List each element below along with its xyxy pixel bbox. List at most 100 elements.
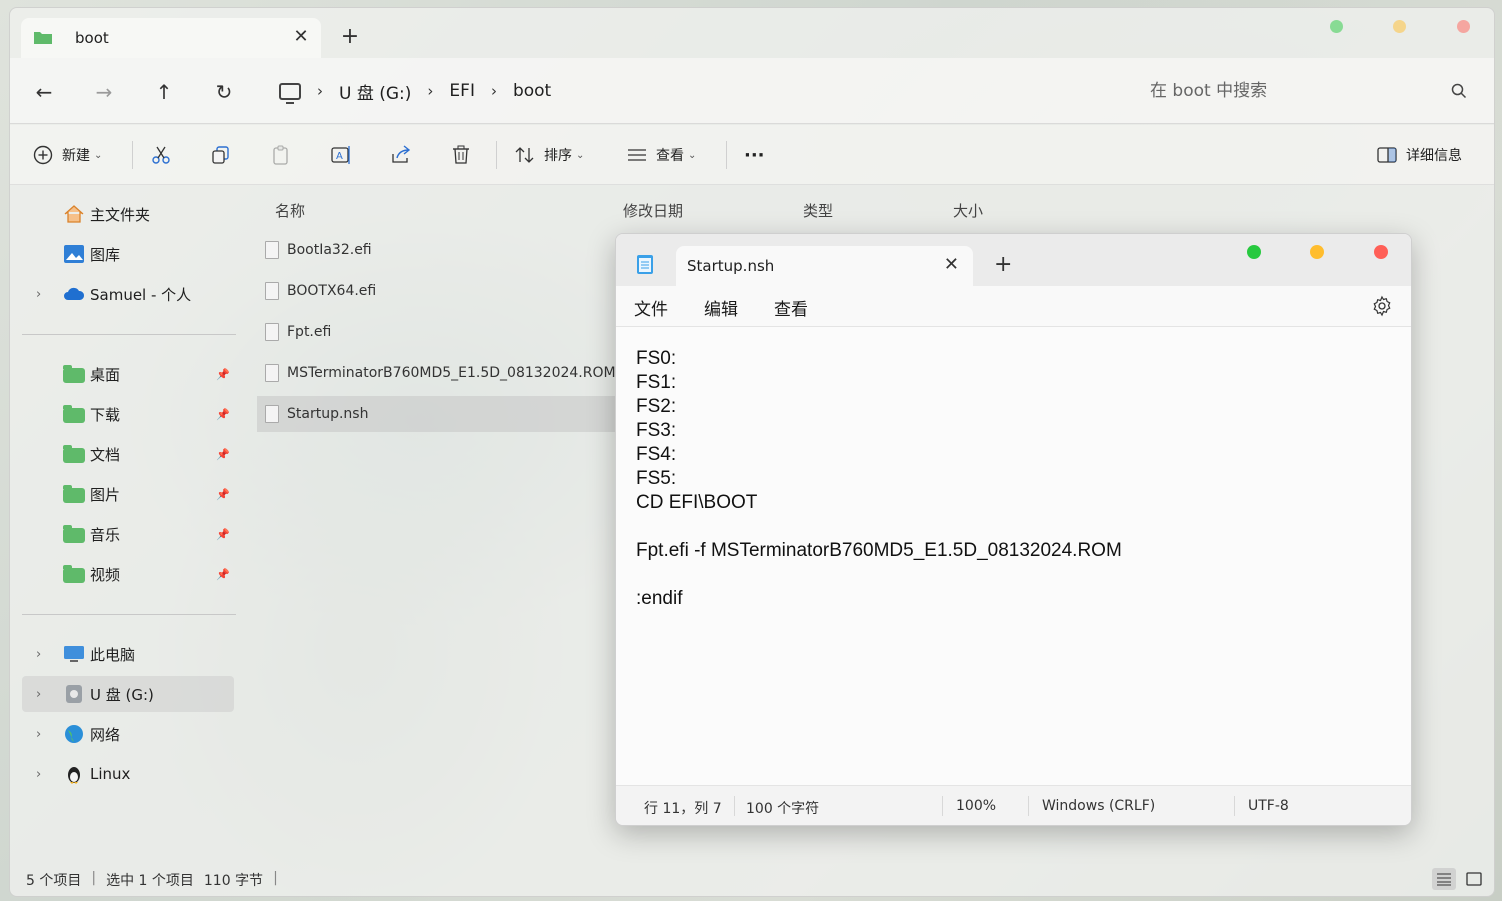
encoding[interactable]: UTF-8 bbox=[1248, 798, 1289, 814]
sort-button[interactable]: 排序 ⌄ bbox=[514, 139, 584, 171]
details-pane-icon bbox=[1377, 147, 1397, 163]
sidebar-item-desktop[interactable]: 桌面 📌 bbox=[22, 356, 234, 392]
file-row[interactable]: BootIa32.efi bbox=[257, 232, 617, 268]
more-options-button[interactable]: ··· bbox=[744, 139, 765, 171]
sort-icon bbox=[515, 147, 534, 163]
forward-button[interactable]: → bbox=[90, 78, 118, 106]
sidebar-item-this-pc[interactable]: › 此电脑 bbox=[22, 636, 234, 672]
chevron-right-icon[interactable]: › bbox=[36, 287, 41, 302]
sidebar-item-videos[interactable]: 视频 📌 bbox=[22, 556, 234, 592]
pin-icon[interactable]: 📌 bbox=[216, 568, 230, 581]
chevron-right-icon[interactable]: › bbox=[485, 82, 503, 100]
search-input[interactable] bbox=[1136, 73, 1478, 109]
details-view-button[interactable] bbox=[1432, 868, 1456, 890]
column-header-modified[interactable]: 修改日期 bbox=[623, 200, 683, 221]
sidebar-item-downloads[interactable]: 下载 📌 bbox=[22, 396, 234, 432]
sidebar-item-label: U 盘 (G:) bbox=[90, 685, 154, 704]
column-header-size[interactable]: 大小 bbox=[953, 200, 983, 221]
folder-icon bbox=[63, 445, 85, 463]
search-icon bbox=[1451, 83, 1467, 99]
svg-text:A: A bbox=[336, 151, 343, 162]
cut-button[interactable] bbox=[150, 139, 172, 171]
sidebar-item-network[interactable]: › 网络 bbox=[22, 716, 234, 752]
text-editor[interactable]: FS0: FS1: FS2: FS3: FS4: FS5: CD EFI\BOO… bbox=[616, 326, 1411, 786]
new-button[interactable]: 新建 ⌄ bbox=[32, 139, 102, 171]
window-close-dot[interactable] bbox=[1374, 245, 1388, 259]
file-row[interactable]: BOOTX64.efi bbox=[257, 273, 617, 309]
tiles-view-button[interactable] bbox=[1462, 868, 1486, 890]
chevron-right-icon[interactable]: › bbox=[311, 82, 329, 100]
close-tab-icon[interactable]: ✕ bbox=[944, 254, 959, 275]
sidebar-item-documents[interactable]: 文档 📌 bbox=[22, 436, 234, 472]
rename-button[interactable]: A bbox=[330, 139, 352, 171]
navigation-pane: 主文件夹 图库 › Samuel - 个人 桌面 📌 下载 📌 文档 📌 图片 … bbox=[10, 186, 250, 866]
breadcrumb-usb[interactable]: U 盘 (G:) bbox=[329, 79, 421, 104]
chevron-right-icon[interactable]: › bbox=[421, 82, 439, 100]
tab-title: Startup.nsh bbox=[687, 257, 775, 275]
sidebar-item-gallery[interactable]: 图库 bbox=[22, 236, 234, 272]
window-maximize-dot[interactable] bbox=[1330, 20, 1343, 33]
scissors-icon bbox=[152, 146, 170, 164]
file-icon bbox=[265, 405, 279, 423]
window-maximize-dot[interactable] bbox=[1247, 245, 1261, 259]
file-row[interactable]: Startup.nsh bbox=[257, 396, 617, 432]
sidebar-item-home[interactable]: 主文件夹 bbox=[22, 196, 234, 232]
sidebar-item-label: 主文件夹 bbox=[90, 205, 151, 224]
column-header-type[interactable]: 类型 bbox=[803, 200, 833, 221]
tab-startup-nsh[interactable]: Startup.nsh ✕ bbox=[676, 246, 973, 286]
file-row[interactable]: MSTerminatorB760MD5_E1.5D_08132024.ROM bbox=[257, 355, 617, 391]
tab-strip: boot ✕ + bbox=[10, 8, 1494, 58]
back-button[interactable]: ← bbox=[30, 78, 58, 106]
refresh-button[interactable]: ↻ bbox=[210, 78, 238, 106]
sidebar-item-music[interactable]: 音乐 📌 bbox=[22, 516, 234, 552]
chevron-right-icon[interactable]: › bbox=[36, 687, 41, 702]
details-pane-button[interactable]: 详细信息 bbox=[1376, 139, 1462, 171]
pin-icon[interactable]: 📌 bbox=[216, 528, 230, 541]
zoom-level[interactable]: 100% bbox=[956, 798, 996, 814]
chevron-right-icon[interactable]: › bbox=[36, 647, 41, 662]
tab-boot[interactable]: boot ✕ bbox=[21, 18, 321, 58]
sidebar-item-label: 音乐 bbox=[90, 525, 121, 544]
close-tab-icon[interactable]: ✕ bbox=[289, 25, 313, 49]
pin-icon[interactable]: 📌 bbox=[216, 408, 230, 421]
column-header-name[interactable]: 名称 bbox=[275, 200, 305, 221]
chevron-right-icon[interactable]: › bbox=[36, 767, 41, 782]
new-tab-button[interactable]: + bbox=[994, 252, 1012, 277]
breadcrumb-boot[interactable]: boot bbox=[503, 81, 561, 101]
status-divider bbox=[734, 796, 735, 816]
window-close-dot[interactable] bbox=[1457, 20, 1470, 33]
window-minimize-dot[interactable] bbox=[1310, 245, 1324, 259]
paste-button[interactable] bbox=[270, 139, 292, 171]
pin-icon[interactable]: 📌 bbox=[216, 488, 230, 501]
sidebar-item-linux[interactable]: › Linux bbox=[22, 756, 234, 792]
pin-icon[interactable]: 📌 bbox=[216, 448, 230, 461]
menu-file[interactable]: 文件 bbox=[634, 295, 668, 320]
copy-button[interactable] bbox=[210, 139, 232, 171]
view-button[interactable]: 查看 ⌄ bbox=[626, 139, 696, 171]
share-button[interactable] bbox=[390, 139, 412, 171]
sidebar-item-pictures[interactable]: 图片 📌 bbox=[22, 476, 234, 512]
sidebar-item-onedrive[interactable]: › Samuel - 个人 bbox=[22, 276, 234, 312]
menu-edit[interactable]: 编辑 bbox=[704, 295, 738, 320]
more-icon: ··· bbox=[744, 144, 765, 166]
usb-drive-icon bbox=[66, 685, 82, 703]
chevron-right-icon[interactable]: › bbox=[36, 727, 41, 742]
menu-view[interactable]: 查看 bbox=[774, 295, 808, 320]
gear-icon[interactable] bbox=[1371, 295, 1393, 317]
editor-content[interactable]: FS0: FS1: FS2: FS3: FS4: FS5: CD EFI\BOO… bbox=[636, 347, 1122, 611]
notepad-menubar: 文件 编辑 查看 bbox=[616, 286, 1411, 326]
computer-icon[interactable] bbox=[279, 82, 301, 104]
sidebar-item-label: 图片 bbox=[90, 485, 121, 504]
up-button[interactable]: ↑ bbox=[150, 78, 178, 106]
delete-button[interactable] bbox=[450, 139, 472, 171]
sidebar-item-usb[interactable]: › U 盘 (G:) bbox=[22, 676, 234, 712]
pin-icon[interactable]: 📌 bbox=[216, 368, 230, 381]
new-tab-button[interactable]: + bbox=[338, 25, 362, 49]
line-ending[interactable]: Windows (CRLF) bbox=[1042, 798, 1155, 814]
sidebar-divider bbox=[22, 334, 236, 335]
sidebar-item-label: 桌面 bbox=[90, 365, 121, 384]
tiles-view-icon bbox=[1466, 872, 1482, 886]
breadcrumb-efi[interactable]: EFI bbox=[439, 81, 485, 101]
file-row[interactable]: Fpt.efi bbox=[257, 314, 617, 350]
window-minimize-dot[interactable] bbox=[1393, 20, 1406, 33]
